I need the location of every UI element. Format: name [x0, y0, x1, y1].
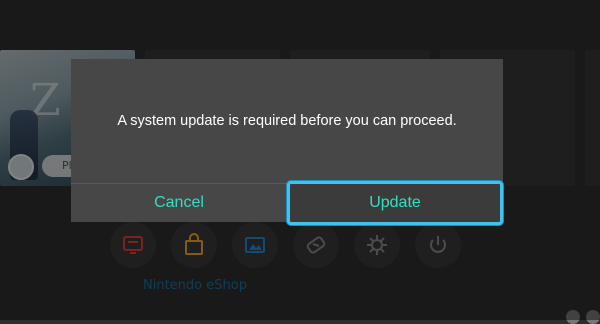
update-button[interactable]: Update	[287, 181, 503, 225]
dialog-message: A system update is required before you c…	[117, 113, 457, 129]
cancel-button[interactable]: Cancel	[71, 184, 287, 222]
system-update-dialog: A system update is required before you c…	[71, 59, 503, 225]
